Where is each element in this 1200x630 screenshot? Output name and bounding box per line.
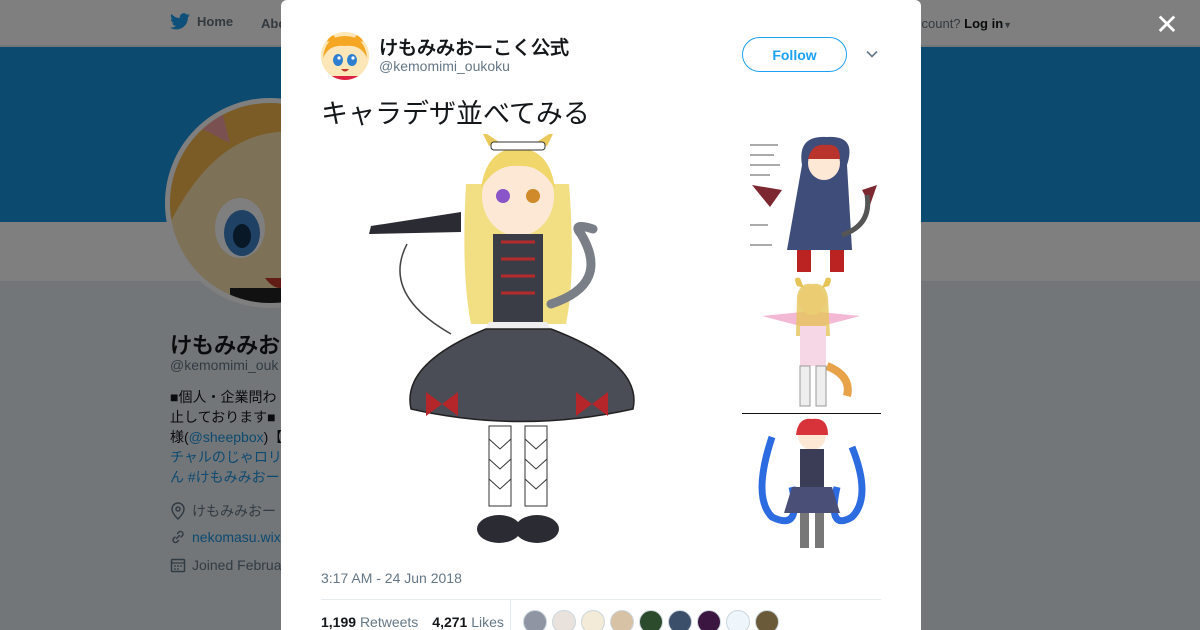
- retweets-count: 1,199: [321, 614, 357, 630]
- author-avatar-image: [321, 32, 369, 80]
- stats-divider: [321, 599, 881, 600]
- liker-avatar[interactable]: [755, 610, 779, 630]
- close-icon[interactable]: ✕: [1154, 11, 1180, 39]
- liker-avatar[interactable]: [726, 610, 750, 630]
- author-handle[interactable]: @kemomimi_oukoku: [379, 58, 510, 74]
- stats-separator: [510, 600, 511, 630]
- tweet-image-main[interactable]: [321, 130, 736, 554]
- likes-count: 4,271: [432, 614, 468, 630]
- tweet-timestamp[interactable]: 3:17 AM - 24 Jun 2018: [321, 570, 462, 586]
- tweet-image-thumb-1[interactable]: [742, 135, 881, 272]
- tweet-image-thumb-2[interactable]: [742, 276, 881, 413]
- liker-avatar[interactable]: [552, 610, 576, 630]
- liker-avatar[interactable]: [668, 610, 692, 630]
- thumb-3-illustration: [742, 417, 881, 554]
- liker-avatars: [523, 610, 779, 630]
- liker-avatar[interactable]: [523, 610, 547, 630]
- author-avatar[interactable]: [321, 32, 369, 80]
- liker-avatar[interactable]: [610, 610, 634, 630]
- liker-avatar[interactable]: [697, 610, 721, 630]
- tweet-stats: 1,199 Retweets 4,271 Likes: [321, 614, 504, 630]
- author-name[interactable]: けもみみおーこく公式: [379, 33, 569, 60]
- follow-button[interactable]: Follow: [742, 37, 847, 72]
- likes-stat[interactable]: 4,271 Likes: [432, 614, 504, 630]
- thumb-2-illustration: [742, 276, 881, 413]
- retweets-label: Retweets: [359, 614, 419, 630]
- character-design-illustration: [369, 130, 635, 543]
- thumb-1-illustration: [742, 135, 881, 272]
- likes-label: Likes: [471, 614, 504, 630]
- tweet-text: キャラデザ並べてみる: [321, 99, 590, 129]
- retweets-stat[interactable]: 1,199 Retweets: [321, 614, 418, 630]
- tweet-modal: けもみみおーこく公式 @kemomimi_oukoku Follow キャラデザ…: [281, 0, 921, 630]
- liker-avatar[interactable]: [639, 610, 663, 630]
- tweet-image-thumb-3[interactable]: [742, 417, 881, 554]
- liker-avatar[interactable]: [581, 610, 605, 630]
- thumb-divider: [742, 413, 881, 414]
- chevron-down-icon[interactable]: [864, 46, 880, 62]
